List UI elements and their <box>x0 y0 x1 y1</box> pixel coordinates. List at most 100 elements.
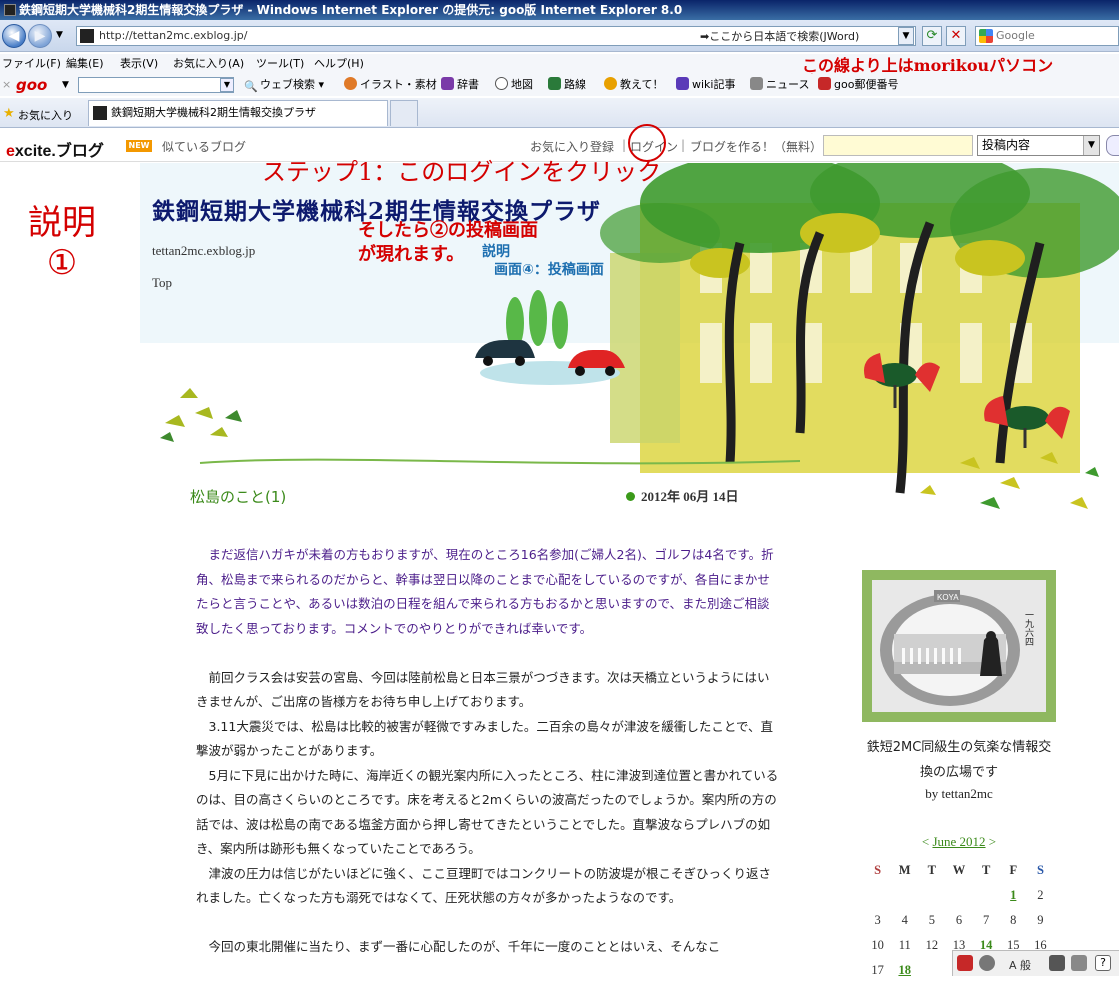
goo-search-input[interactable] <box>78 77 234 93</box>
annotation-then-line2: が現れます。 <box>358 244 465 265</box>
annotation-screen4: 画面④：投稿画面 <box>494 262 604 278</box>
profile-photo[interactable]: KOYA 一九六四 <box>872 580 1046 712</box>
news-icon <box>750 77 763 90</box>
goo-toolbar: × goo ▼ ▼ 🔍 ウェブ検索 ▾ イラスト・素材 辞書 地図 路線 教えて！… <box>0 74 1119 96</box>
weekday: M <box>898 863 911 877</box>
excite-blog-logo[interactable]: excite.ブログ <box>6 137 104 161</box>
similar-blogs-link[interactable]: 似ているブログ <box>162 138 246 155</box>
wiki-icon <box>676 77 689 90</box>
google-search-input[interactable]: Google <box>975 26 1119 46</box>
calendar-day: 12 <box>925 938 939 952</box>
calendar-prev-button[interactable]: < <box>922 834 929 849</box>
calendar-day-link[interactable]: 1 <box>1000 883 1027 908</box>
ime-mode-label: A 般 <box>1009 959 1032 972</box>
tab-favicon <box>93 106 107 120</box>
weekday: F <box>1009 863 1018 877</box>
calendar-day: 8 <box>1010 913 1017 927</box>
calendar-day: 5 <box>928 913 935 927</box>
refresh-button[interactable]: ⟳ <box>922 26 942 46</box>
photo-sign: KOYA <box>937 593 959 602</box>
separator: | <box>681 138 686 152</box>
calendar-week: 3 4 5 6 7 8 9 <box>864 908 1054 933</box>
address-dropdown-button[interactable]: ▼ <box>898 27 914 45</box>
calendar-day: 6 <box>955 913 963 927</box>
blog-url: tettan2mc.exblog.jp <box>152 243 256 258</box>
menu-favorites[interactable]: お気に入り(A) <box>173 54 244 74</box>
post-paragraph: まだ返信ハガキが未着の方もおりますが、現在のところ16名参加(ご婦人2名)、ゴル… <box>196 547 774 636</box>
menu-file[interactable]: ファイル(F) <box>2 54 61 74</box>
goo-route-button[interactable]: 路線 <box>548 74 586 96</box>
address-row: ◀ ▶ ▼ http://tettan2mc.exblog.jp/ ➡ここから日… <box>0 20 1119 52</box>
goo-menu-dropdown-icon[interactable]: ▼ <box>62 74 69 96</box>
tab-active[interactable]: 鉄鋼短期大学機械科2期生情報交換プラザ <box>88 100 388 126</box>
calendar-day <box>918 958 945 983</box>
goo-logo[interactable]: goo <box>16 74 47 96</box>
postal-icon <box>818 77 831 90</box>
chevron-down-icon: ▼ <box>1083 136 1099 155</box>
calendar-header: < June 2012 > <box>862 834 1056 850</box>
settings-icon[interactable] <box>979 955 995 971</box>
google-icon <box>979 29 993 43</box>
menu-tools[interactable]: ツール(T) <box>256 54 304 74</box>
stop-button[interactable]: ✕ <box>946 26 966 46</box>
goo-wiki-button[interactable]: wiki記事 <box>676 74 735 96</box>
goo-dictionary-button[interactable]: 辞書 <box>441 74 479 96</box>
bear-icon <box>344 77 357 90</box>
forward-button[interactable]: ▶ <box>28 24 52 48</box>
goo-postal-button[interactable]: goo郵便番号 <box>818 74 898 96</box>
tab-title: 鉄鋼短期大学機械科2期生情報交換プラザ <box>111 106 316 119</box>
top-link[interactable]: Top <box>152 275 172 291</box>
blog-search-input[interactable] <box>823 135 973 156</box>
annotation-setsumei: 説明 ① <box>28 203 96 283</box>
weekday: S <box>1036 863 1044 877</box>
history-dropdown-icon[interactable]: ▼ <box>56 30 63 40</box>
calendar-day: 10 <box>871 938 884 952</box>
pad-icon[interactable] <box>1071 955 1087 971</box>
goo-oshiete-button[interactable]: 教えて！ <box>604 74 663 96</box>
profile-caption: 鉄短2MC同級生の気楽な情報交換の広場です <box>866 740 1052 780</box>
toolbar-close-icon[interactable]: × <box>2 74 11 96</box>
make-blog-link[interactable]: ブログを作る！（無料） <box>690 138 822 155</box>
help-icon[interactable]: ? <box>1095 955 1111 971</box>
calendar-day <box>864 883 891 908</box>
favorites-label[interactable]: お気に入り <box>18 107 73 123</box>
blog-search-button[interactable] <box>1106 135 1119 156</box>
post-title[interactable]: 松島のこと(1) <box>190 486 286 507</box>
weekday: S <box>874 863 882 877</box>
book-icon <box>441 77 454 90</box>
menu-edit[interactable]: 編集(E) <box>66 54 104 74</box>
goo-news-button[interactable]: ニュース <box>750 74 809 96</box>
page-icon <box>80 29 94 43</box>
post-paragraph: 津波の圧力は信じがたいほどに強く、ここ亘理町ではコンクリートの防波堤が根こそぎひ… <box>196 865 772 906</box>
calendar-week: 1 2 <box>864 883 1054 908</box>
profile-photo-illustration: KOYA 一九六四 <box>872 580 1046 712</box>
new-badge: NEW <box>126 140 152 152</box>
calendar-day <box>945 883 972 908</box>
goo-input-dropdown[interactable]: ▼ <box>220 78 234 92</box>
goo-illust-button[interactable]: イラスト・素材 <box>344 74 437 96</box>
calendar-day <box>973 883 1000 908</box>
post-paragraph: 3.11大震災では、松島は比較的被害が軽微ですみました。二百余の島々が津波を緩衝… <box>196 718 773 759</box>
calendar-day: 17 <box>871 963 884 977</box>
calendar-day-link[interactable]: 18 <box>891 958 918 983</box>
annotation-explain-small: 説明 <box>482 244 510 260</box>
back-button[interactable]: ◀ <box>2 24 26 48</box>
calendar-day: 3 <box>874 913 881 927</box>
calendar-month[interactable]: June 2012 <box>932 834 985 849</box>
tool-icon[interactable] <box>1049 955 1065 971</box>
menu-help[interactable]: ヘルプ(H) <box>314 54 364 74</box>
profile-author: by tettan2mc <box>925 786 993 801</box>
goo-map-button[interactable]: 地図 <box>495 74 533 96</box>
ime-icon[interactable] <box>957 955 973 971</box>
calendar-next-button[interactable]: > <box>989 834 996 849</box>
calendar-day: 7 <box>983 913 990 927</box>
annotation-step1: ステップ1：このログインをクリック <box>262 158 662 186</box>
weekday: T <box>981 863 991 877</box>
favorites-star-icon[interactable]: ★ <box>3 106 15 121</box>
new-tab-button[interactable] <box>390 100 418 126</box>
calendar-day: 11 <box>898 938 911 952</box>
goo-web-search-button[interactable]: 🔍 ウェブ検索 ▾ <box>244 74 324 96</box>
search-scope-select[interactable]: 投稿内容 ▼ <box>977 135 1100 156</box>
separator: | <box>622 138 627 152</box>
menu-view[interactable]: 表示(V) <box>120 54 158 74</box>
